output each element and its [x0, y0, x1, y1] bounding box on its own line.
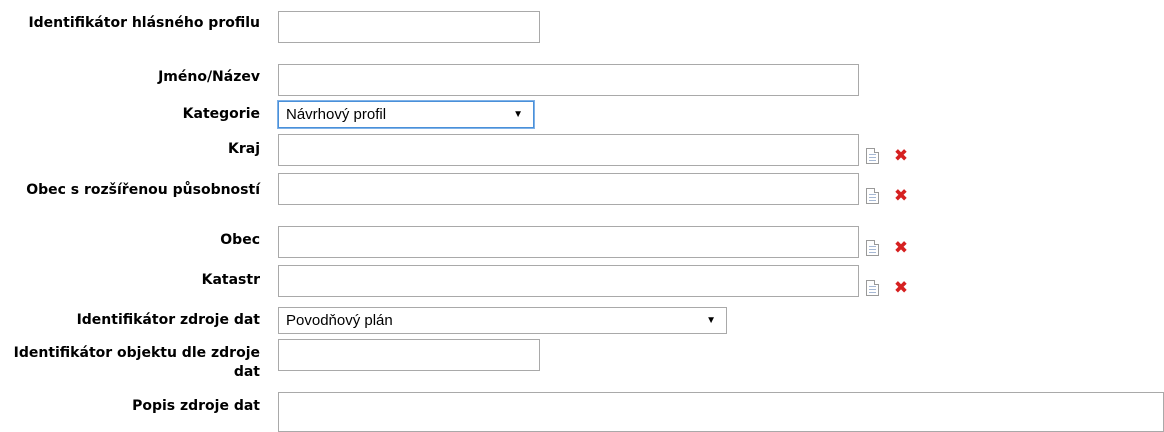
object-id-label: Identifikátor objektu dle zdroje dat	[13, 345, 260, 380]
region-input[interactable]	[278, 134, 859, 166]
document-icon[interactable]	[866, 188, 879, 204]
object-id-input[interactable]	[278, 339, 540, 371]
chevron-down-icon: ▼	[513, 109, 523, 120]
delete-x-icon[interactable]: ✖	[893, 240, 909, 257]
name-label: Jméno/Název	[158, 69, 260, 85]
delete-x-icon[interactable]: ✖	[893, 188, 909, 205]
data-source-id-label: Identifikátor zdroje dat	[76, 312, 260, 328]
category-selected-value: Návrhový profil	[286, 106, 387, 123]
profile-id-input[interactable]	[278, 11, 540, 43]
chevron-down-icon: ▼	[706, 315, 716, 326]
region-label: Kraj	[228, 141, 260, 157]
municipality-input[interactable]	[278, 226, 859, 258]
document-icon[interactable]	[866, 240, 879, 256]
category-select[interactable]: Návrhový profil ▼	[278, 101, 534, 128]
data-source-selected-value: Povodňový plán	[286, 312, 393, 329]
cadastre-label: Katastr	[201, 272, 260, 288]
document-icon[interactable]	[866, 148, 879, 164]
municipality-ext-input[interactable]	[278, 173, 859, 205]
municipality-label: Obec	[220, 232, 260, 248]
profile-form: Identifikátor hlásného profilu Jméno/Náz…	[0, 0, 1164, 432]
document-icon[interactable]	[866, 280, 879, 296]
delete-x-icon[interactable]: ✖	[893, 280, 909, 297]
category-label: Kategorie	[182, 106, 260, 122]
data-source-desc-label: Popis zdroje dat	[132, 398, 260, 414]
name-input[interactable]	[278, 64, 859, 96]
municipality-ext-label: Obec s rozšířenou působností	[26, 182, 260, 198]
delete-x-icon[interactable]: ✖	[893, 148, 909, 165]
data-source-desc-textarea[interactable]	[278, 392, 1164, 432]
cadastre-input[interactable]	[278, 265, 859, 297]
data-source-id-select[interactable]: Povodňový plán ▼	[278, 307, 727, 334]
profile-id-label: Identifikátor hlásného profilu	[28, 15, 260, 31]
